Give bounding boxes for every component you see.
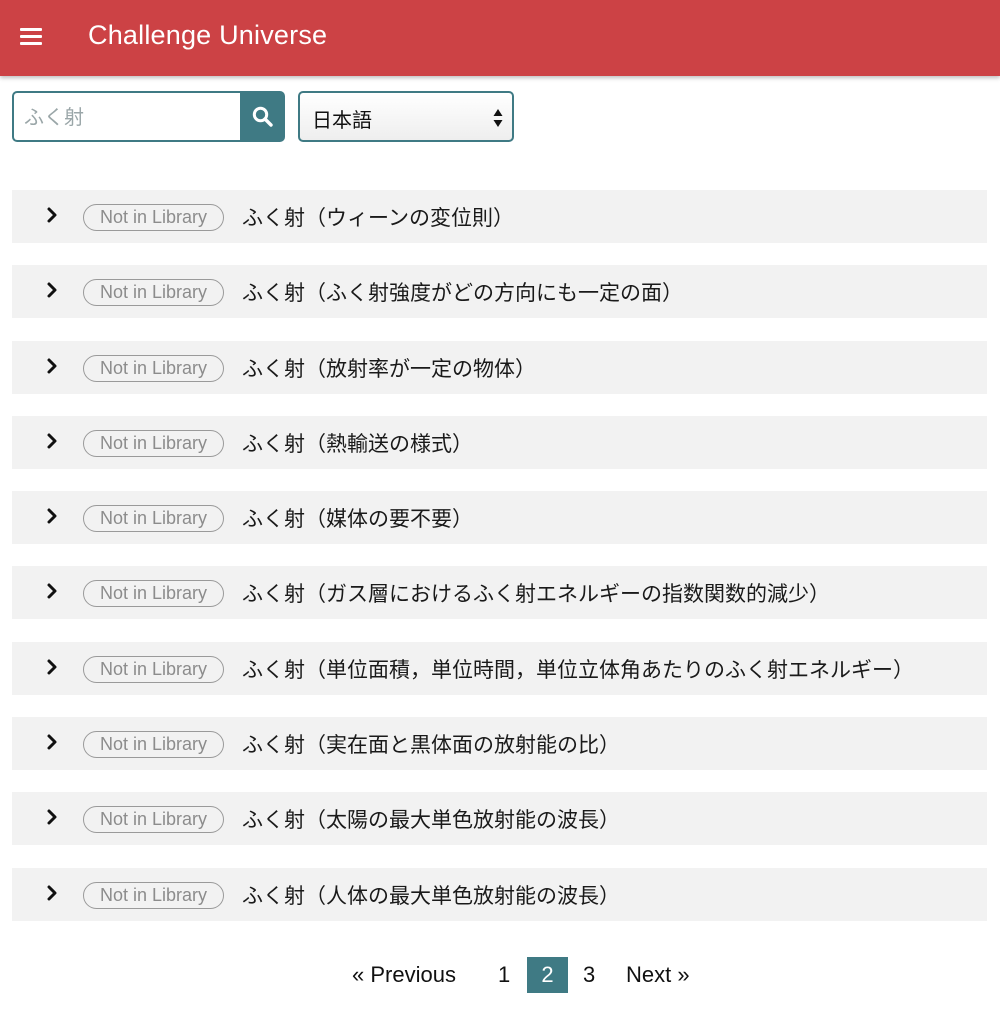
list-item[interactable]: Not in Library ふく射（熱輸送の様式） bbox=[12, 415, 987, 469]
list-item-title[interactable]: ふく射（ウィーンの変位則） bbox=[242, 202, 514, 232]
next-page-link[interactable]: Next » bbox=[626, 957, 690, 993]
chevron-right-icon[interactable] bbox=[46, 357, 58, 375]
list-item[interactable]: Not in Library ふく射（太陽の最大単色放射能の波長） bbox=[12, 792, 987, 846]
search-icon bbox=[252, 106, 273, 127]
list-item[interactable]: Not in Library ふく射（ウィーンの変位則） bbox=[12, 190, 987, 243]
chevron-right-icon[interactable] bbox=[46, 658, 58, 676]
list-item[interactable]: Not in Library ふく射（媒体の要不要） bbox=[12, 491, 987, 545]
list-item[interactable]: Not in Library ふく射（人体の最大単色放射能の波長） bbox=[12, 867, 987, 921]
chevron-right-icon[interactable] bbox=[46, 733, 58, 751]
list-item-title[interactable]: ふく射（熱輸送の様式） bbox=[242, 428, 473, 458]
library-status-badge: Not in Library bbox=[83, 881, 224, 909]
list-item-title[interactable]: ふく射（実在面と黒体面の放射能の比） bbox=[242, 729, 620, 759]
library-status-badge: Not in Library bbox=[83, 279, 224, 307]
hamburger-menu-icon[interactable] bbox=[20, 28, 42, 46]
list-item[interactable]: Not in Library ふく射（ガス層におけるふく射エネルギーの指数関数的減… bbox=[12, 566, 987, 620]
library-status-badge: Not in Library bbox=[83, 731, 224, 759]
list-item[interactable]: Not in Library ふく射（単位面積，単位時間，単位立体角あたりのふく射… bbox=[12, 641, 987, 695]
app-bar: Challenge Universe bbox=[0, 0, 1000, 76]
chevron-right-icon[interactable] bbox=[46, 582, 58, 600]
list-item[interactable]: Not in Library ふく射（ふく射強度がどの方向にも一定の面） bbox=[12, 265, 987, 319]
list-item-title[interactable]: ふく射（ふく射強度がどの方向にも一定の面） bbox=[242, 277, 683, 307]
search-input[interactable] bbox=[12, 91, 240, 142]
library-status-badge: Not in Library bbox=[83, 204, 224, 231]
library-status-badge: Not in Library bbox=[83, 354, 224, 382]
list-item[interactable]: Not in Library ふく射（放射率が一定の物体） bbox=[12, 340, 987, 394]
list-item-title[interactable]: ふく射（ガス層におけるふく射エネルギーの指数関数的減少） bbox=[242, 578, 830, 608]
pagination: « Previous 1 2 3 Next » bbox=[0, 957, 1000, 993]
chevron-right-icon[interactable] bbox=[46, 808, 58, 826]
search-button[interactable] bbox=[240, 91, 285, 142]
chevron-right-icon[interactable] bbox=[46, 206, 58, 224]
library-status-badge: Not in Library bbox=[83, 580, 224, 608]
list-item[interactable]: Not in Library ふく射（実在面と黒体面の放射能の比） bbox=[12, 717, 987, 771]
app-title: Challenge Universe bbox=[88, 20, 328, 50]
library-status-badge: Not in Library bbox=[83, 655, 224, 683]
previous-page-link[interactable]: « Previous bbox=[352, 957, 456, 993]
list-item-title[interactable]: ふく射（太陽の最大単色放射能の波長） bbox=[242, 804, 620, 834]
list-item-title[interactable]: ふく射（媒体の要不要） bbox=[242, 503, 473, 533]
page-link-1[interactable]: 1 bbox=[498, 957, 510, 993]
updown-arrows-icon bbox=[493, 109, 503, 127]
page-link-2-current[interactable]: 2 bbox=[527, 957, 568, 993]
library-status-badge: Not in Library bbox=[83, 429, 224, 457]
library-status-badge: Not in Library bbox=[83, 505, 224, 533]
chevron-right-icon[interactable] bbox=[46, 281, 58, 299]
chevron-right-icon[interactable] bbox=[46, 884, 58, 902]
library-status-badge: Not in Library bbox=[83, 806, 224, 834]
results-list: Not in Library ふく射（ウィーンの変位則） Not in Librar… bbox=[12, 190, 987, 943]
chevron-right-icon[interactable] bbox=[46, 507, 58, 525]
page-link-3[interactable]: 3 bbox=[583, 957, 595, 993]
language-select-value: 日本語 bbox=[312, 108, 372, 132]
chevron-right-icon[interactable] bbox=[46, 432, 58, 450]
language-select[interactable]: 日本語 bbox=[298, 91, 514, 142]
list-item-title[interactable]: ふく射（人体の最大単色放射能の波長） bbox=[242, 880, 620, 910]
list-item-title[interactable]: ふく射（放射率が一定の物体） bbox=[242, 353, 536, 383]
list-item-title[interactable]: ふく射（単位面積，単位時間，単位立体角あたりのふく射エネルギー） bbox=[242, 654, 914, 684]
